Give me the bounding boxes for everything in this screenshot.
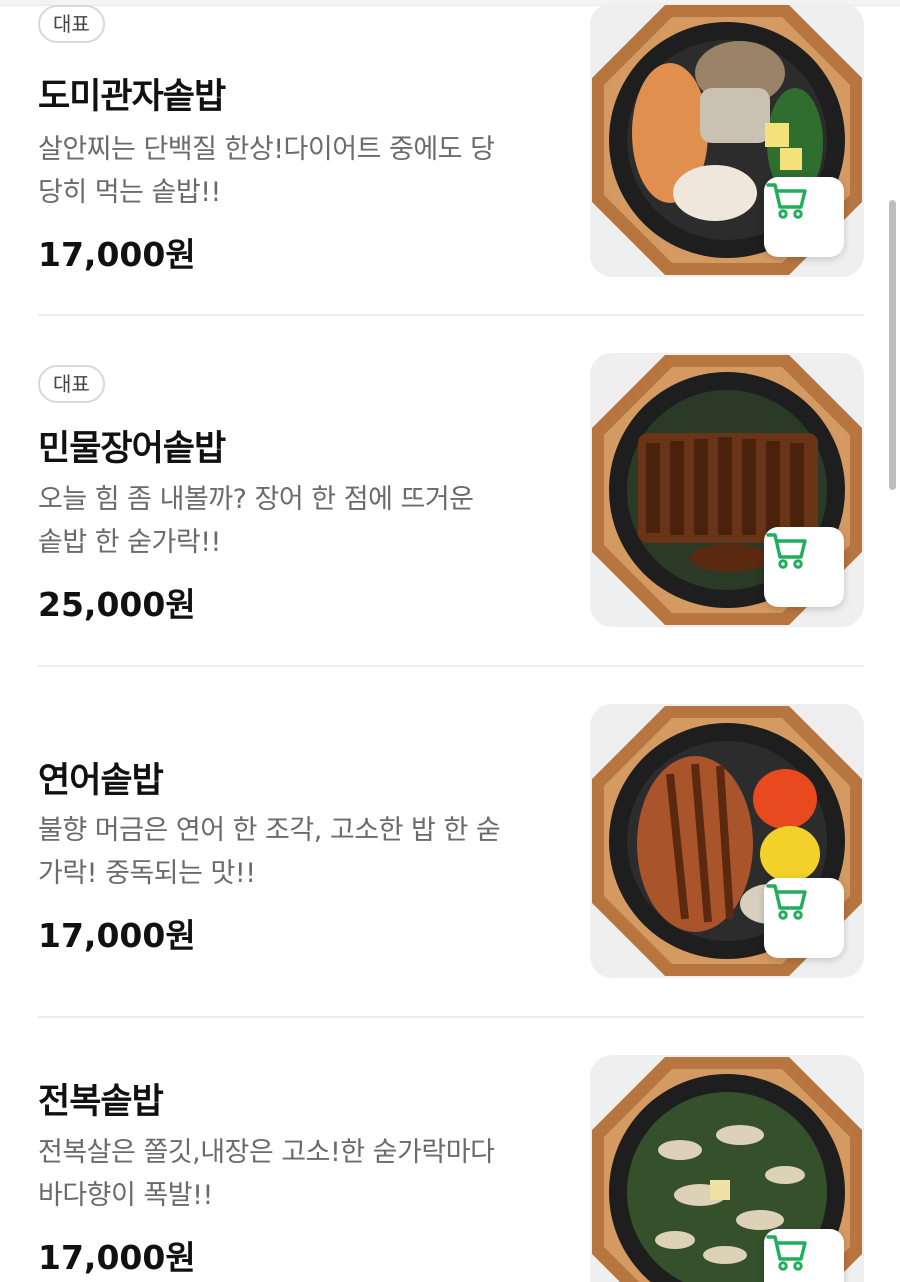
menu-item-description: 불향 머금은 연어 한 조각, 고소한 밥 한 숟 가락! 중독되는 맛!! xyxy=(38,809,558,895)
menu-item-name[interactable]: 연어솥밥 xyxy=(38,752,164,803)
shopping-cart-icon xyxy=(766,884,807,920)
menu-item-salmon[interactable]: 연어솥밥 불향 머금은 연어 한 조각, 고소한 밥 한 숟 가락! 중독되는 … xyxy=(38,704,864,979)
menu-item-photo[interactable] xyxy=(590,3,864,277)
menu-item-description: 오늘 힘 좀 내볼까? 장어 한 점에 뜨거운 솥밥 한 숟가락!! xyxy=(38,478,558,564)
description-line: 당히 먹는 솥밥!! xyxy=(38,177,221,208)
menu-item-price: 25,000원 xyxy=(38,585,196,624)
signature-badge: 대표 xyxy=(38,365,105,403)
vertical-scrollbar[interactable] xyxy=(889,200,896,490)
menu-item-name[interactable]: 민물장어솥밥 xyxy=(38,420,226,471)
item-divider xyxy=(38,1016,864,1018)
menu-item-price: 17,000원 xyxy=(38,916,196,955)
menu-item-domi-gwanja[interactable]: 대표 도미관자솥밥 살안찌는 단백질 한상!다이어트 중에도 당 당히 먹는 솥… xyxy=(38,3,864,278)
menu-item-description: 전복살은 쫄깃,내장은 고소!한 숟가락마다 바다향이 폭발!! xyxy=(38,1131,558,1217)
shopping-cart-icon xyxy=(766,533,807,569)
menu-item-description: 살안찌는 단백질 한상!다이어트 중에도 당 당히 먹는 솥밥!! xyxy=(38,128,558,214)
description-line: 오늘 힘 좀 내볼까? 장어 한 점에 뜨거운 xyxy=(38,484,474,515)
description-line: 전복살은 쫄깃,내장은 고소!한 숟가락마다 xyxy=(38,1137,495,1168)
add-to-cart-button[interactable] xyxy=(764,177,844,257)
add-to-cart-button[interactable] xyxy=(764,527,844,607)
description-line: 살안찌는 단백질 한상!다이어트 중에도 당 xyxy=(38,134,495,165)
menu-item-photo[interactable] xyxy=(590,1055,864,1282)
description-line: 가락! 중독되는 맛!! xyxy=(38,858,256,889)
menu-item-eel[interactable]: 대표 민물장어솥밥 오늘 힘 좀 내볼까? 장어 한 점에 뜨거운 솥밥 한 숟… xyxy=(38,353,864,628)
item-divider xyxy=(38,314,864,316)
add-to-cart-button[interactable] xyxy=(764,878,844,958)
shopping-cart-icon xyxy=(766,183,807,219)
menu-item-price: 17,000원 xyxy=(38,1238,196,1277)
menu-item-price: 17,000원 xyxy=(38,235,196,274)
menu-item-name[interactable]: 도미관자솥밥 xyxy=(38,68,226,119)
menu-item-photo[interactable] xyxy=(590,704,864,978)
menu-item-name[interactable]: 전복솥밥 xyxy=(38,1073,164,1124)
item-divider xyxy=(38,665,864,667)
shopping-cart-icon xyxy=(766,1235,807,1271)
description-line: 불향 머금은 연어 한 조각, 고소한 밥 한 숟 xyxy=(38,815,501,846)
menu-item-photo[interactable] xyxy=(590,353,864,627)
signature-badge: 대표 xyxy=(38,5,105,43)
menu-item-abalone[interactable]: 전복솥밥 전복살은 쫄깃,내장은 고소!한 숟가락마다 바다향이 폭발!! 17… xyxy=(38,1055,864,1282)
add-to-cart-button[interactable] xyxy=(764,1229,844,1282)
description-line: 바다향이 폭발!! xyxy=(38,1180,213,1211)
description-line: 솥밥 한 숟가락!! xyxy=(38,527,221,558)
